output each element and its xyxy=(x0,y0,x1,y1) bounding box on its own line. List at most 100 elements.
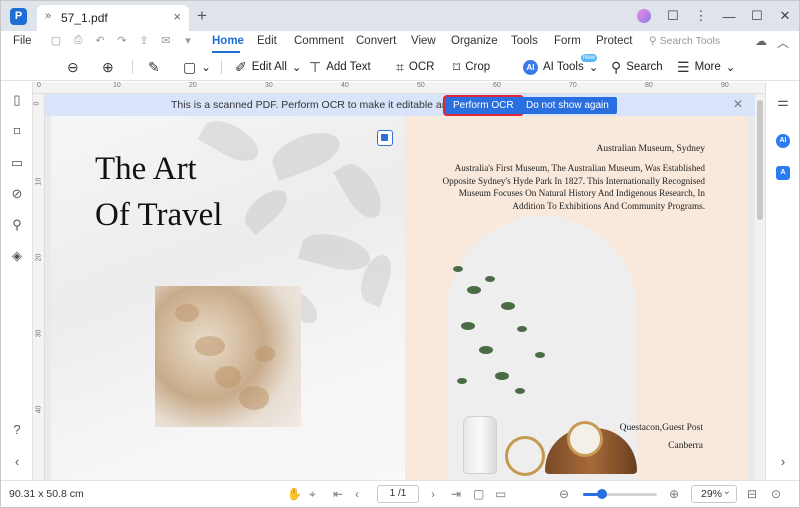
menu-file[interactable]: File xyxy=(13,35,32,47)
zoom-slider[interactable] xyxy=(583,489,657,499)
save-icon[interactable]: ▢ xyxy=(49,34,63,47)
horizontal-ruler: 0 10 20 30 40 50 60 70 80 90 xyxy=(33,82,765,94)
cloud-upload-icon[interactable]: ☁ xyxy=(755,34,767,51)
ocr-button[interactable]: ⌗ OCR xyxy=(396,57,434,77)
close-icon[interactable]: ✕ xyxy=(733,97,743,111)
menu-protect[interactable]: Protect xyxy=(596,35,632,47)
page-tools-icon[interactable] xyxy=(377,130,393,146)
zoom-level-select[interactable]: 29% xyxy=(691,484,737,503)
plus-icon[interactable]: + xyxy=(197,6,207,26)
perform-ocr-button[interactable]: Perform OCR xyxy=(445,97,522,114)
ruler-tick-label: 20 xyxy=(35,253,43,262)
ai-assistant-button[interactable]: AI xyxy=(776,130,790,148)
collapse-ribbon-icon[interactable]: ︿ xyxy=(777,34,789,51)
layers-icon[interactable]: ◈ xyxy=(10,248,24,264)
plant-leaf xyxy=(517,326,527,332)
search-button[interactable]: ⚲ Search xyxy=(611,57,663,77)
edit-all-button[interactable]: ✐ Edit All ⌄ xyxy=(235,57,302,77)
fit-width-icon[interactable]: ⊟ xyxy=(747,487,757,501)
page-layout-icon[interactable]: ▭ xyxy=(495,487,506,501)
redo-icon[interactable]: ↷ xyxy=(115,34,129,47)
page-thumbnail-icon[interactable]: ▯ xyxy=(10,92,24,108)
search-tools-label: Search Tools xyxy=(659,35,721,47)
leaf-shadow xyxy=(298,227,374,277)
do-not-show-again-button[interactable]: Do not show again xyxy=(518,97,617,114)
hamburger-icon: ☰ xyxy=(677,58,690,75)
zoom-in-icon[interactable]: ⊕ xyxy=(669,487,679,501)
minimize-icon[interactable]: — xyxy=(715,9,743,24)
select-tool-icon[interactable]: ⌖ xyxy=(309,487,316,502)
collapse-left-icon[interactable]: ‹ xyxy=(10,454,24,469)
kebab-menu-icon[interactable]: ⋮ xyxy=(687,8,715,24)
message-icon[interactable]: ☐ xyxy=(659,8,687,24)
ai-tools-icon: AI xyxy=(523,59,538,75)
add-text-button[interactable]: ⊤ Add Text xyxy=(309,57,371,77)
close-icon[interactable]: × xyxy=(173,9,181,24)
search-tools-input[interactable]: ⚲ Search Tools xyxy=(649,35,720,47)
left-sidebar: ▯ ⌑ ▭ ⊘ ⚲ ◈ ? ‹ xyxy=(1,82,33,482)
menu-view[interactable]: View xyxy=(411,35,436,47)
comment-icon[interactable]: ▭ xyxy=(10,155,24,171)
next-page-icon[interactable]: › xyxy=(431,487,435,501)
museum-description: Australia's First Museum, The Australian… xyxy=(442,163,705,211)
crop-button[interactable]: ⌑ Crop xyxy=(453,57,490,77)
maximize-icon[interactable]: ☐ xyxy=(743,8,771,24)
vertical-scrollbar[interactable] xyxy=(755,94,765,480)
dropdown-icon[interactable]: ▾ xyxy=(181,34,195,47)
status-bar: 90.31 x 50.8 cm ✋ ⌖ ⇤ ‹ 1 /1 › ⇥ ▢ ▭ ⊖ ⊕… xyxy=(1,480,799,507)
close-window-icon[interactable]: ✕ xyxy=(771,8,799,24)
document-viewport[interactable]: This is a scanned PDF. Perform OCR to ma… xyxy=(45,94,765,480)
plant-leaf xyxy=(495,372,509,380)
fit-page-icon[interactable]: ▢ xyxy=(473,487,484,501)
menu-form[interactable]: Form xyxy=(554,35,581,47)
help-icon[interactable]: ? xyxy=(10,422,24,437)
properties-icon[interactable]: ⚌ xyxy=(776,94,790,110)
read-mode-icon[interactable]: ⊙ xyxy=(771,487,781,501)
flower-petal xyxy=(255,346,275,362)
avatar[interactable] xyxy=(637,9,651,23)
document-tab[interactable]: » 57_1.pdf × xyxy=(37,5,189,31)
app-window: P » 57_1.pdf × + ☐ ⋮ — ☐ ✕ File ▢ ⎙ ↶ ↷ … xyxy=(0,0,800,508)
flower-petal xyxy=(215,366,241,388)
ruler-tick-label: 60 xyxy=(493,82,501,89)
pdfelement-logo-icon[interactable]: P xyxy=(10,8,27,25)
menu-comment[interactable]: Comment xyxy=(294,35,344,47)
bookmark-icon[interactable]: ⌑ xyxy=(10,124,24,140)
chevrons-down-icon[interactable]: » xyxy=(45,10,51,22)
print-icon[interactable]: ⎙ xyxy=(71,34,85,47)
menu-tools[interactable]: Tools xyxy=(511,35,538,47)
ruler-tick-label: 0 xyxy=(37,82,41,89)
scrollbar-thumb[interactable] xyxy=(757,100,763,220)
ai-tools-label: AI Tools xyxy=(543,61,584,73)
add-text-icon: ⊤ xyxy=(309,58,322,75)
search-icon[interactable]: ⚲ xyxy=(10,217,24,233)
menu-organize[interactable]: Organize xyxy=(451,35,498,47)
home-toolbar: ⊖ ⊕ ✎ ▢ ⌄ ✐ Edit All ⌄ ⊤ Add Text ⌗ OCR ⌑ Crop… xyxy=(1,53,799,81)
toolbar-divider xyxy=(132,60,133,74)
leaf-shadow xyxy=(333,157,389,225)
page-number-input[interactable]: 1 /1 xyxy=(377,485,419,503)
share-icon[interactable]: ⇪ xyxy=(137,34,151,47)
attachment-icon[interactable]: ⊘ xyxy=(10,186,24,202)
collapse-right-icon[interactable]: › xyxy=(776,454,790,469)
pdf-page: The Art Of Travel Australian Museum, Syd… xyxy=(51,116,747,480)
zoom-out-icon[interactable]: ⊖ xyxy=(559,487,569,501)
zoom-out-button[interactable]: ⊖ xyxy=(67,57,79,77)
previous-page-icon[interactable]: ‹ xyxy=(355,487,359,501)
zoom-slider-knob[interactable] xyxy=(596,489,607,499)
menu-home[interactable]: Home xyxy=(212,35,244,47)
menu-convert[interactable]: Convert xyxy=(356,35,396,47)
translate-button[interactable]: A xyxy=(776,162,790,180)
mail-icon[interactable]: ✉ xyxy=(159,34,173,47)
highlight-button[interactable]: ✎ xyxy=(148,57,160,77)
menu-edit[interactable]: Edit xyxy=(257,35,277,47)
ocr-label: OCR xyxy=(408,61,435,73)
zoom-in-button[interactable]: ⊕ xyxy=(102,57,114,77)
undo-icon[interactable]: ↶ xyxy=(93,34,107,47)
first-page-icon[interactable]: ⇤ xyxy=(333,487,343,501)
hand-tool-icon[interactable]: ✋ xyxy=(287,487,302,501)
shape-button[interactable]: ▢ ⌄ xyxy=(183,57,211,77)
more-button[interactable]: ☰ More ⌄ xyxy=(677,57,735,77)
ruler-tick-label: 70 xyxy=(569,82,577,89)
last-page-icon[interactable]: ⇥ xyxy=(451,487,461,501)
